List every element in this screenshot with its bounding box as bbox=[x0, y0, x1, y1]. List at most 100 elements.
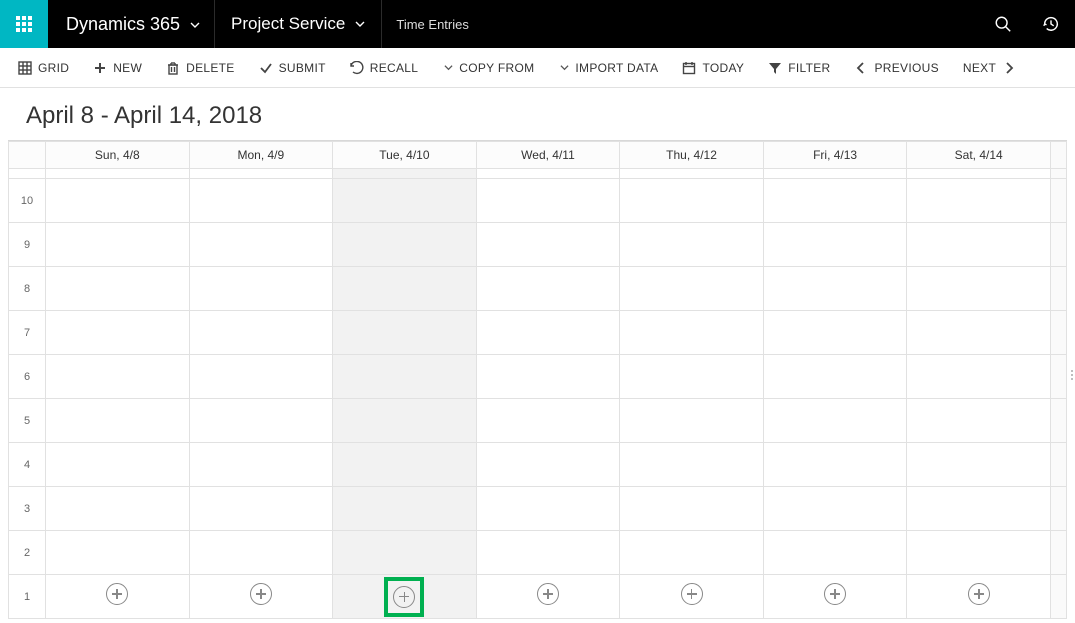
add-entry-button[interactable] bbox=[968, 583, 990, 605]
grid-cell[interactable] bbox=[46, 223, 190, 267]
grid-cell[interactable] bbox=[190, 223, 334, 267]
day-header[interactable]: Mon, 4/9 bbox=[190, 141, 334, 169]
grid-cell[interactable] bbox=[907, 531, 1051, 575]
grid-cell[interactable] bbox=[764, 487, 908, 531]
grid-cell[interactable] bbox=[620, 223, 764, 267]
search-button[interactable] bbox=[979, 0, 1027, 48]
grid-cell[interactable] bbox=[333, 179, 477, 223]
grid-cell[interactable] bbox=[333, 169, 477, 179]
grid-cell[interactable] bbox=[190, 487, 334, 531]
grid-cell[interactable] bbox=[333, 223, 477, 267]
grid-cell[interactable] bbox=[764, 355, 908, 399]
grid-cell[interactable] bbox=[477, 267, 621, 311]
grid-cell[interactable] bbox=[46, 267, 190, 311]
grid-cell[interactable] bbox=[190, 311, 334, 355]
grid-cell[interactable] bbox=[477, 531, 621, 575]
add-entry-button[interactable] bbox=[393, 586, 415, 608]
grid-cell[interactable] bbox=[907, 399, 1051, 443]
grid-cell[interactable] bbox=[46, 531, 190, 575]
day-header[interactable]: Sun, 4/8 bbox=[46, 141, 190, 169]
day-header[interactable]: Wed, 4/11 bbox=[477, 141, 621, 169]
filter-button[interactable]: FILTER bbox=[756, 48, 842, 88]
overflow-handle[interactable] bbox=[1071, 370, 1073, 380]
grid-cell[interactable] bbox=[620, 267, 764, 311]
day-header[interactable]: Tue, 4/10 bbox=[333, 141, 477, 169]
grid-cell[interactable] bbox=[620, 355, 764, 399]
submit-button[interactable]: SUBMIT bbox=[247, 48, 338, 88]
copy-from-button[interactable]: COPY FROM bbox=[430, 48, 546, 88]
grid-cell[interactable] bbox=[764, 311, 908, 355]
grid-cell[interactable] bbox=[333, 355, 477, 399]
grid-cell[interactable] bbox=[46, 179, 190, 223]
day-header[interactable]: Thu, 4/12 bbox=[620, 141, 764, 169]
grid-cell[interactable] bbox=[190, 169, 334, 179]
import-data-button[interactable]: IMPORT DATA bbox=[546, 48, 670, 88]
grid-cell[interactable] bbox=[333, 487, 477, 531]
grid-cell[interactable] bbox=[907, 169, 1051, 179]
previous-button[interactable]: PREVIOUS bbox=[842, 48, 950, 88]
add-entry-button[interactable] bbox=[537, 583, 559, 605]
recent-button[interactable] bbox=[1027, 0, 1075, 48]
grid-cell[interactable] bbox=[620, 443, 764, 487]
grid-cell[interactable] bbox=[620, 169, 764, 179]
grid-cell[interactable] bbox=[46, 311, 190, 355]
recall-button[interactable]: RECALL bbox=[338, 48, 431, 88]
grid-cell[interactable] bbox=[333, 399, 477, 443]
grid-cell[interactable] bbox=[333, 443, 477, 487]
grid-cell[interactable] bbox=[477, 311, 621, 355]
grid-cell[interactable] bbox=[907, 443, 1051, 487]
grid-cell[interactable] bbox=[46, 399, 190, 443]
day-header[interactable]: Sat, 4/14 bbox=[907, 141, 1051, 169]
grid-cell[interactable] bbox=[620, 311, 764, 355]
add-entry-button[interactable] bbox=[250, 583, 272, 605]
grid-cell[interactable] bbox=[907, 267, 1051, 311]
grid-cell[interactable] bbox=[190, 531, 334, 575]
grid-cell[interactable] bbox=[907, 311, 1051, 355]
module-menu[interactable]: Project Service bbox=[215, 0, 382, 48]
grid-cell[interactable] bbox=[764, 267, 908, 311]
grid-cell[interactable] bbox=[477, 179, 621, 223]
grid-cell[interactable] bbox=[477, 355, 621, 399]
grid-cell[interactable] bbox=[764, 223, 908, 267]
grid-cell[interactable] bbox=[46, 487, 190, 531]
add-entry-button[interactable] bbox=[106, 583, 128, 605]
grid-cell[interactable] bbox=[190, 355, 334, 399]
grid-cell[interactable] bbox=[620, 531, 764, 575]
grid-cell[interactable] bbox=[46, 355, 190, 399]
day-header[interactable]: Fri, 4/13 bbox=[764, 141, 908, 169]
grid-cell[interactable] bbox=[477, 169, 621, 179]
grid-cell[interactable] bbox=[190, 399, 334, 443]
grid-cell[interactable] bbox=[907, 223, 1051, 267]
grid-cell[interactable] bbox=[190, 179, 334, 223]
add-entry-button[interactable] bbox=[824, 583, 846, 605]
grid-view-button[interactable]: GRID bbox=[6, 48, 81, 88]
grid-cell[interactable] bbox=[764, 169, 908, 179]
grid-cell[interactable] bbox=[190, 267, 334, 311]
grid-cell[interactable] bbox=[333, 531, 477, 575]
grid-cell[interactable] bbox=[190, 443, 334, 487]
grid-cell[interactable] bbox=[46, 443, 190, 487]
delete-button[interactable]: DELETE bbox=[154, 48, 246, 88]
grid-cell[interactable] bbox=[477, 443, 621, 487]
new-button[interactable]: NEW bbox=[81, 48, 154, 88]
grid-cell[interactable] bbox=[907, 487, 1051, 531]
grid-cell[interactable] bbox=[333, 267, 477, 311]
grid-cell[interactable] bbox=[620, 399, 764, 443]
grid-cell[interactable] bbox=[764, 179, 908, 223]
next-button[interactable]: NEXT bbox=[951, 48, 1028, 88]
grid-cell[interactable] bbox=[620, 487, 764, 531]
grid-cell[interactable] bbox=[477, 487, 621, 531]
grid-cell[interactable] bbox=[620, 179, 764, 223]
grid-cell[interactable] bbox=[764, 399, 908, 443]
today-button[interactable]: TODAY bbox=[670, 48, 756, 88]
grid-cell[interactable] bbox=[477, 223, 621, 267]
app-launcher-button[interactable] bbox=[0, 0, 48, 48]
product-menu[interactable]: Dynamics 365 bbox=[48, 0, 215, 48]
grid-cell[interactable] bbox=[333, 311, 477, 355]
grid-cell[interactable] bbox=[46, 169, 190, 179]
grid-cell[interactable] bbox=[907, 179, 1051, 223]
grid-cell[interactable] bbox=[477, 399, 621, 443]
grid-cell[interactable] bbox=[764, 531, 908, 575]
grid-cell[interactable] bbox=[907, 355, 1051, 399]
grid-cell[interactable] bbox=[764, 443, 908, 487]
